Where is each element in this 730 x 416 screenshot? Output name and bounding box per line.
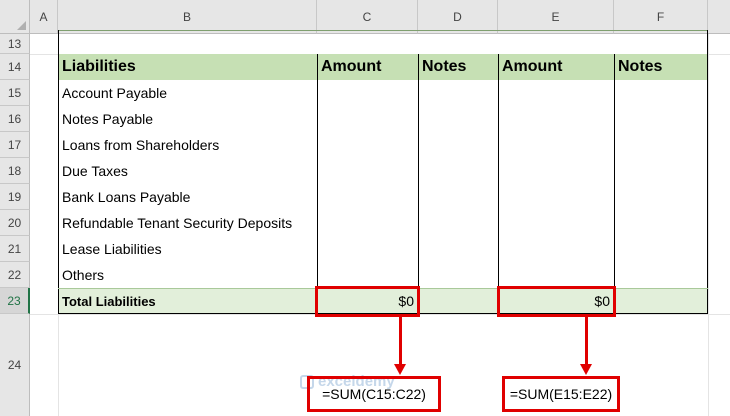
row-header-22[interactable]: 22 xyxy=(0,262,30,288)
arrow-c-head xyxy=(394,364,406,375)
row-header-17[interactable]: 17 xyxy=(0,132,30,158)
total-liabilities-label[interactable]: Total Liabilities xyxy=(58,288,317,314)
total-notes-d[interactable] xyxy=(418,288,498,314)
table-border-right xyxy=(707,30,708,314)
table-border xyxy=(614,54,615,314)
table-border xyxy=(498,54,499,314)
row-header-14[interactable]: 14 xyxy=(0,54,30,80)
total-notes-f[interactable] xyxy=(614,288,708,314)
arrow-c-shaft xyxy=(399,317,402,365)
column-header-c[interactable]: C xyxy=(317,0,418,34)
column-header-a[interactable]: A xyxy=(30,0,58,34)
header-liabilities[interactable]: Liabilities xyxy=(58,54,317,80)
liability-item[interactable]: Loans from Shareholders xyxy=(58,132,317,158)
formula-callout-e: =SUM(E15:E22) xyxy=(502,376,620,412)
row-header-15[interactable]: 15 xyxy=(0,80,30,106)
highlight-total-e xyxy=(497,286,616,317)
table-border xyxy=(418,54,419,314)
column-header-empty xyxy=(708,0,730,34)
row-header-13[interactable]: 13 xyxy=(0,34,30,54)
header-notes-f[interactable]: Notes xyxy=(614,54,708,80)
table-border xyxy=(317,54,318,314)
header-notes-d[interactable]: Notes xyxy=(418,54,498,80)
column-header-e[interactable]: E xyxy=(498,0,614,34)
liability-item[interactable]: Due Taxes xyxy=(58,158,317,184)
liability-item[interactable]: Bank Loans Payable xyxy=(58,184,317,210)
column-header-d[interactable]: D xyxy=(418,0,498,34)
table-border-top xyxy=(58,30,708,31)
column-header-b[interactable]: B xyxy=(58,0,317,34)
row-header-19[interactable]: 19 xyxy=(0,184,30,210)
row-header-20[interactable]: 20 xyxy=(0,210,30,236)
arrow-e-shaft xyxy=(585,317,588,365)
row-header-24[interactable]: 24 xyxy=(0,314,30,416)
table-border-left xyxy=(58,30,59,314)
header-amount-e[interactable]: Amount xyxy=(498,54,614,80)
arrow-e-head xyxy=(580,364,592,375)
row-header-16[interactable]: 16 xyxy=(0,106,30,132)
row-header-23[interactable]: 23 xyxy=(0,288,30,314)
select-all-corner[interactable] xyxy=(0,0,30,34)
liability-item[interactable]: Others xyxy=(58,262,317,288)
header-amount-c[interactable]: Amount xyxy=(317,54,418,80)
liability-item[interactable]: Lease Liabilities xyxy=(58,236,317,262)
liability-item[interactable]: Account Payable xyxy=(58,80,317,106)
row-header-21[interactable]: 21 xyxy=(0,236,30,262)
liability-item[interactable]: Refundable Tenant Security Deposits xyxy=(58,210,317,236)
highlight-total-c xyxy=(315,286,420,317)
column-header-f[interactable]: F xyxy=(614,0,708,34)
gridline xyxy=(708,34,709,416)
formula-callout-c: =SUM(C15:C22) xyxy=(307,376,441,412)
liability-item[interactable]: Notes Payable xyxy=(58,106,317,132)
row-header-18[interactable]: 18 xyxy=(0,158,30,184)
